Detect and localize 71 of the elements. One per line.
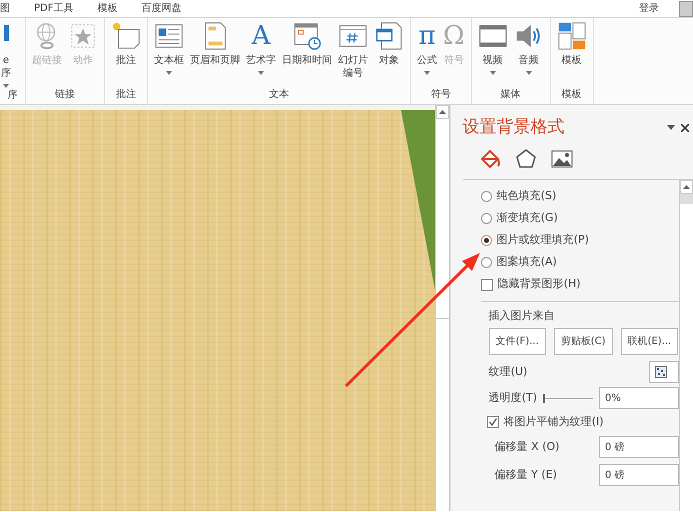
ribbon-button[interactable]: 页眉和页脚 bbox=[187, 21, 243, 67]
source-button[interactable]: 剪贴板(C) bbox=[554, 328, 613, 355]
source-button[interactable]: 文件(F)... bbox=[488, 328, 546, 355]
caret-icon bbox=[258, 71, 264, 75]
radio-button[interactable] bbox=[480, 235, 492, 246]
ribbon-button[interactable]: 日期和时间 bbox=[279, 21, 335, 67]
panel-title: 设置背景格式 bbox=[462, 116, 565, 139]
calendar-icon bbox=[292, 21, 322, 51]
close-icon[interactable] bbox=[681, 124, 689, 132]
dropdown-icon[interactable] bbox=[667, 125, 675, 130]
menu-item[interactable]: PDF工具 bbox=[22, 1, 86, 16]
transparency-field[interactable]: 0% bbox=[599, 387, 679, 409]
section-label: 插入图片来自 bbox=[488, 308, 556, 324]
menu-item[interactable]: 百度网盘 bbox=[129, 1, 194, 16]
caret-icon bbox=[3, 84, 9, 88]
texture-dropdown[interactable] bbox=[649, 361, 679, 383]
source-button[interactable]: 联机(E)... bbox=[620, 328, 678, 355]
option-label: 纯色填充(S) bbox=[496, 188, 556, 204]
login-link[interactable]: 登录 bbox=[627, 1, 671, 16]
option-label: 图案填充(A) bbox=[496, 254, 557, 270]
radio-button[interactable] bbox=[480, 191, 492, 202]
ribbon-button[interactable]: 幻灯片 编号 bbox=[335, 21, 371, 80]
checkbox-label: 将图片平铺为纹理(I) bbox=[504, 414, 604, 430]
ribbon-button[interactable]: e 序 bbox=[0, 21, 12, 88]
ribbon-button[interactable]: 视频 bbox=[474, 21, 511, 75]
group-label: 序 bbox=[6, 88, 18, 103]
scroll-up-icon[interactable] bbox=[683, 184, 690, 188]
group-label: 链接 bbox=[54, 88, 76, 102]
panel-scrollbar[interactable] bbox=[679, 180, 693, 511]
field-label: 透明度(T) bbox=[488, 390, 537, 406]
group-label: 文本 bbox=[268, 88, 290, 102]
field-label: 偏移量 Y (E) bbox=[494, 466, 557, 483]
offset-field[interactable]: 0 磅 bbox=[599, 436, 679, 458]
slider[interactable] bbox=[543, 394, 593, 402]
checkbox-label: 隐藏背景图形(H) bbox=[498, 276, 581, 292]
option-label: 渐变填充(G) bbox=[496, 210, 558, 226]
ribbon-button[interactable]: A 艺术字 bbox=[243, 21, 279, 75]
ribbon-button[interactable]: 文本框 bbox=[151, 21, 187, 75]
field-label: 偏移量 X (O) bbox=[494, 438, 560, 455]
radio-button[interactable] bbox=[480, 257, 492, 268]
field-label: 纹理(U) bbox=[488, 364, 528, 380]
group-label: 批注 bbox=[115, 88, 137, 102]
menu-item[interactable]: 模板 bbox=[85, 1, 130, 16]
checkbox[interactable] bbox=[480, 278, 493, 290]
offset-field[interactable]: 0 磅 bbox=[599, 464, 679, 486]
checkbox[interactable] bbox=[486, 416, 499, 428]
ribbon-button[interactable]: 音频 bbox=[510, 21, 547, 75]
app-icon bbox=[4, 25, 8, 41]
caret-icon bbox=[166, 71, 172, 75]
caret-icon bbox=[424, 71, 430, 75]
option-label: 图片或纹理填充(P) bbox=[496, 232, 589, 248]
scroll-up-icon[interactable] bbox=[438, 110, 446, 114]
ribbon-button[interactable]: 模板 bbox=[554, 21, 590, 67]
vertical-scrollbar[interactable] bbox=[434, 105, 450, 511]
template-icon bbox=[556, 21, 587, 51]
caret-icon bbox=[526, 71, 532, 75]
ribbon-button[interactable]: 对象 bbox=[371, 21, 407, 67]
texture-icon bbox=[655, 366, 667, 378]
ribbon-button[interactable]: 批注 bbox=[108, 21, 144, 67]
group-label: 符号 bbox=[430, 88, 452, 102]
menu-item[interactable]: 图 bbox=[0, 1, 22, 16]
ribbon-button[interactable]: π 公式 bbox=[414, 21, 440, 75]
group-label: 模板 bbox=[560, 88, 583, 102]
radio-button[interactable] bbox=[480, 213, 492, 224]
note-icon bbox=[111, 21, 141, 51]
object-icon bbox=[374, 21, 404, 51]
caret-icon bbox=[490, 71, 496, 75]
scroll-thumb[interactable] bbox=[680, 194, 693, 204]
pentagon-icon[interactable] bbox=[514, 146, 538, 170]
group-label: 媒体 bbox=[500, 88, 522, 102]
avatar-icon[interactable] bbox=[679, 0, 693, 16]
